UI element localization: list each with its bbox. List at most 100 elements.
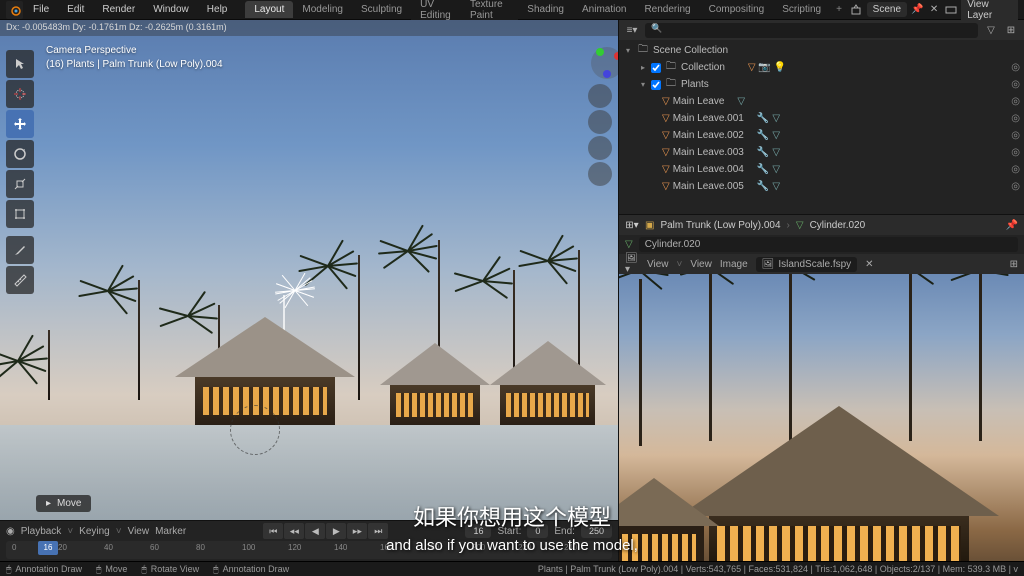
filter-icon[interactable]: ▽ [984, 23, 998, 37]
tab-modeling[interactable]: Modeling [293, 1, 352, 18]
unlink-icon[interactable]: ✕ [865, 259, 873, 270]
wrench-icon: 🔧 [757, 181, 769, 192]
playhead[interactable]: 16 [38, 541, 58, 555]
new-collection-icon[interactable]: ⊞ [1004, 23, 1018, 37]
measure-tool[interactable] [6, 266, 34, 294]
tab-scripting[interactable]: Scripting [773, 1, 830, 18]
tab-rendering[interactable]: Rendering [635, 1, 699, 18]
eye-icon[interactable]: ◎ [1011, 96, 1020, 107]
outliner-mode-icon[interactable]: ≡▾ [625, 23, 639, 37]
timeline-tick: 0 [12, 543, 16, 552]
modifier-icon: ▽ [772, 181, 780, 192]
mesh-icon: ▽ [662, 164, 670, 175]
wrench-icon: 🔧 [757, 130, 769, 141]
wrench-icon: 🔧 [757, 164, 769, 175]
camera-gizmo[interactable] [588, 136, 612, 160]
subtitle-english: and also if you want to use the model, [386, 537, 638, 554]
viewport-toolbar [6, 50, 34, 294]
top-menu: File Edit Render Window Help Layout Mode… [0, 0, 1024, 20]
timeline-tick: 120 [288, 543, 301, 552]
playback-menu[interactable]: Playback [21, 526, 62, 537]
mesh-icon: ▽ [662, 147, 670, 158]
scene-selector[interactable]: Scene [867, 2, 907, 17]
tab-layout[interactable]: Layout [245, 1, 293, 18]
blender-logo-icon[interactable] [6, 1, 23, 19]
outliner-collection[interactable]: ▸ 🗀 Collection ▽ 📷 💡 ◎ [619, 59, 1024, 76]
collapse-icon[interactable]: ▾ [638, 80, 648, 89]
tab-sculpting[interactable]: Sculpting [352, 1, 411, 18]
props-mode-icon[interactable]: ⊞▾ [625, 218, 639, 232]
outliner-item[interactable]: ▽Main Leave.005🔧▽◎ [619, 178, 1024, 195]
timeline-icon[interactable]: ◉ [6, 526, 15, 537]
annotate-tool[interactable] [6, 236, 34, 264]
viewport-3d[interactable]: Dx: -0.005483m Dy: -0.1761m Dz: -0.2625m… [0, 20, 618, 520]
keying-menu[interactable]: Keying [79, 526, 110, 537]
expand-icon[interactable]: ▸ [638, 63, 648, 72]
view-menu-2[interactable]: View [690, 259, 712, 270]
mesh-name-field[interactable]: Cylinder.020 [639, 237, 1018, 252]
collapse-icon[interactable]: ▾ [623, 46, 633, 55]
outliner-search[interactable]: 🔍 [645, 23, 978, 38]
outliner-item[interactable]: ▽Main Leave▽◎ [619, 93, 1024, 110]
eye-icon[interactable]: ◎ [1011, 62, 1020, 73]
viewport-info: Camera Perspective (16) Plants | Palm Tr… [46, 44, 223, 72]
image-icon: 🖼 [762, 259, 775, 270]
eye-icon[interactable]: ◎ [1011, 164, 1020, 175]
cursor-tool[interactable] [6, 80, 34, 108]
image-menu[interactable]: Image [720, 259, 748, 270]
pin-icon[interactable]: 📌 [1006, 220, 1018, 231]
tab-shading[interactable]: Shading [518, 1, 573, 18]
next-key-button[interactable]: ▸▸ [347, 523, 367, 539]
outliner-item[interactable]: ▽Main Leave.003🔧▽◎ [619, 144, 1024, 161]
modifier-icon: ▽ [772, 113, 780, 124]
image-editor-icon[interactable]: 🖼▾ [625, 257, 639, 271]
mesh-icon: ▽ [662, 96, 670, 107]
eye-icon[interactable]: ◎ [1011, 147, 1020, 158]
pin-icon[interactable]: 📌 [911, 3, 924, 17]
collection-enable-checkbox[interactable] [651, 63, 661, 73]
eye-icon[interactable]: ◎ [1011, 79, 1020, 90]
eye-icon[interactable]: ◎ [1011, 181, 1020, 192]
orbit-gizmo[interactable] [588, 44, 612, 82]
transform-tool[interactable] [6, 200, 34, 228]
menu-edit[interactable]: Edit [59, 2, 92, 17]
outliner-plants[interactable]: ▾ 🗀 Plants ◎ [619, 76, 1024, 93]
view-menu[interactable]: View [647, 259, 669, 270]
perspective-gizmo[interactable] [588, 162, 612, 186]
menu-render[interactable]: Render [94, 2, 143, 17]
close-icon[interactable]: ✕ [928, 3, 941, 17]
jump-start-button[interactable]: ⏮ [263, 523, 283, 539]
tab-animation[interactable]: Animation [573, 1, 635, 18]
add-workspace-button[interactable]: + [830, 2, 848, 17]
active-object-label: (16) Plants | Palm Trunk (Low Poly).004 [46, 58, 223, 72]
select-tool[interactable] [6, 50, 34, 78]
image-viewport[interactable] [619, 274, 1024, 576]
operator-badge[interactable]: ▸ Move [36, 495, 91, 512]
zoom-gizmo[interactable] [588, 84, 612, 108]
prev-key-button[interactable]: ◂◂ [284, 523, 304, 539]
tab-compositing[interactable]: Compositing [700, 1, 774, 18]
menu-window[interactable]: Window [145, 2, 197, 17]
menu-help[interactable]: Help [199, 2, 236, 17]
outliner-item[interactable]: ▽Main Leave.001🔧▽◎ [619, 110, 1024, 127]
outliner-item[interactable]: ▽Main Leave.004🔧▽◎ [619, 161, 1024, 178]
play-reverse-button[interactable]: ◀ [305, 523, 325, 539]
outliner: ≡▾ 🔍 ▽ ⊞ ▾ 🗀 Scene Collection ▸ 🗀 Collec… [619, 20, 1024, 215]
outliner-scene-collection[interactable]: ▾ 🗀 Scene Collection [619, 42, 1024, 59]
rotate-tool[interactable] [6, 140, 34, 168]
slot-icon[interactable]: ⊞ [1010, 259, 1018, 270]
outliner-item[interactable]: ▽Main Leave.002🔧▽◎ [619, 127, 1024, 144]
marker-menu[interactable]: Marker [155, 526, 186, 537]
menu-file[interactable]: File [25, 2, 57, 17]
collection-enable-checkbox[interactable] [651, 80, 661, 90]
eye-icon[interactable]: ◎ [1011, 130, 1020, 141]
mesh-icon: ▽ [662, 113, 670, 124]
scale-tool[interactable] [6, 170, 34, 198]
wrench-icon: 🔧 [757, 113, 769, 124]
play-button[interactable]: ▶ [326, 523, 346, 539]
image-selector[interactable]: 🖼 IslandScale.fspy [756, 257, 858, 272]
view-menu[interactable]: View [128, 526, 150, 537]
move-tool[interactable] [6, 110, 34, 138]
eye-icon[interactable]: ◎ [1011, 113, 1020, 124]
pan-gizmo[interactable] [588, 110, 612, 134]
